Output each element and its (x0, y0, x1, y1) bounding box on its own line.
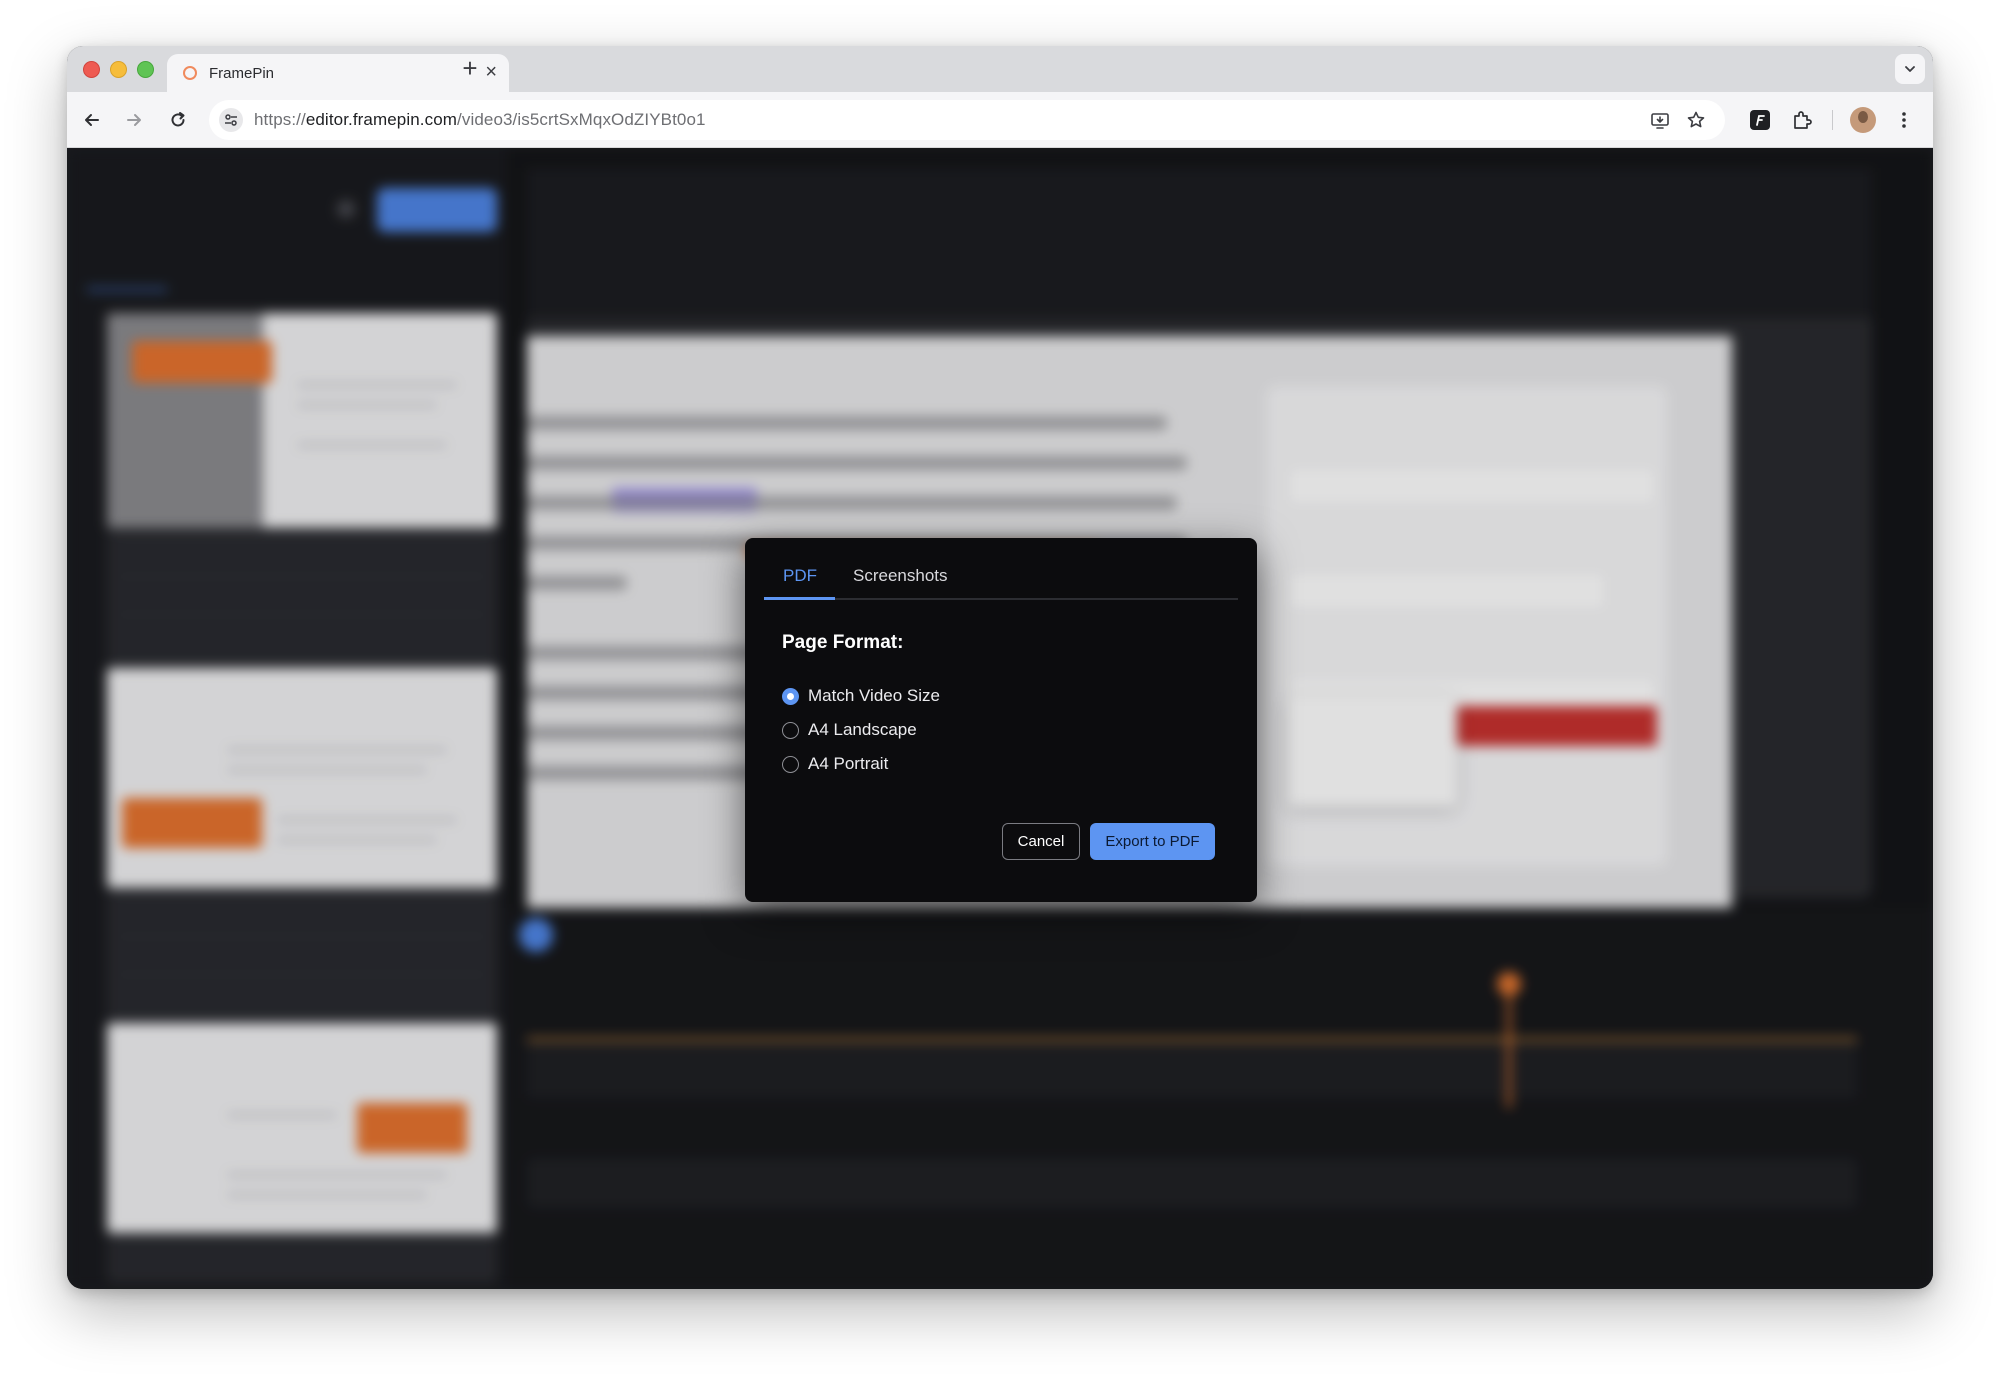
extensions-button[interactable] (1790, 108, 1814, 132)
tab-close-icon[interactable]: × (485, 62, 497, 82)
option-a4-landscape[interactable]: A4 Landscape (782, 719, 917, 741)
export-tabs: PDF Screenshots (764, 562, 1238, 600)
framepin-extension-button[interactable] (1748, 108, 1772, 132)
maximize-window-button[interactable] (137, 61, 154, 78)
site-settings-icon (225, 114, 237, 126)
radio-a4-landscape[interactable] (782, 721, 799, 739)
profile-avatar[interactable] (1850, 107, 1876, 133)
framepin-extension-icon (1750, 110, 1770, 130)
option-match-video-size[interactable]: Match Video Size (782, 685, 940, 707)
minimize-window-button[interactable] (110, 61, 127, 78)
forward-arrow-icon (127, 114, 141, 126)
tab-search-chevron-icon (1905, 66, 1915, 72)
tab-pdf[interactable]: PDF (783, 566, 817, 596)
new-tab-button[interactable]: + (455, 55, 485, 81)
star-icon (1687, 111, 1705, 128)
extensions-puzzle-icon (1794, 111, 1812, 129)
radio-match-video-size[interactable] (782, 687, 799, 705)
option-label: A4 Landscape (808, 720, 917, 739)
option-label: Match Video Size (808, 686, 940, 705)
url-scheme: https:// (254, 110, 306, 129)
tab-title: FramePin (209, 65, 275, 82)
tab-search-button[interactable] (1895, 54, 1925, 84)
toolbar-divider (1832, 110, 1833, 130)
export-to-pdf-button[interactable]: Export to PDF (1090, 823, 1215, 860)
forward-button[interactable] (122, 108, 146, 132)
option-a4-portrait[interactable]: A4 Portrait (782, 753, 888, 775)
browser-window: FramePin × + https://editor.framepin.com… (67, 46, 1933, 1289)
bookmark-star-button[interactable] (1685, 109, 1707, 131)
site-settings-button[interactable] (219, 108, 243, 132)
close-window-button[interactable] (83, 61, 100, 78)
page-format-heading: Page Format: (782, 632, 904, 653)
radio-a4-portrait[interactable] (782, 755, 799, 773)
framepin-favicon-icon (183, 66, 197, 80)
browser-toolbar: https://editor.framepin.com/video3/is5cr… (67, 92, 1933, 148)
address-bar[interactable]: https://editor.framepin.com/video3/is5cr… (209, 100, 1725, 140)
reload-icon (171, 112, 185, 127)
url-text[interactable]: https://editor.framepin.com/video3/is5cr… (254, 110, 706, 130)
option-label: A4 Portrait (808, 754, 889, 773)
back-arrow-icon (85, 114, 99, 126)
url-path: /video3/is5crtSxMqxOdZIYBt0o1 (457, 110, 706, 129)
active-tab-indicator (764, 597, 835, 600)
install-app-button[interactable] (1649, 109, 1671, 131)
more-vert-icon (1902, 112, 1906, 128)
tab-strip: FramePin × + (67, 46, 1933, 92)
install-app-icon (1651, 113, 1669, 129)
url-host: editor.framepin.com (305, 110, 458, 129)
cancel-button[interactable]: Cancel (1002, 823, 1080, 860)
reload-button[interactable] (166, 108, 190, 132)
tab-screenshots[interactable]: Screenshots (853, 566, 948, 596)
export-dialog: PDF Screenshots Page Format: Match Video… (745, 538, 1257, 902)
browser-menu-button[interactable] (1894, 108, 1914, 132)
back-button[interactable] (80, 108, 104, 132)
